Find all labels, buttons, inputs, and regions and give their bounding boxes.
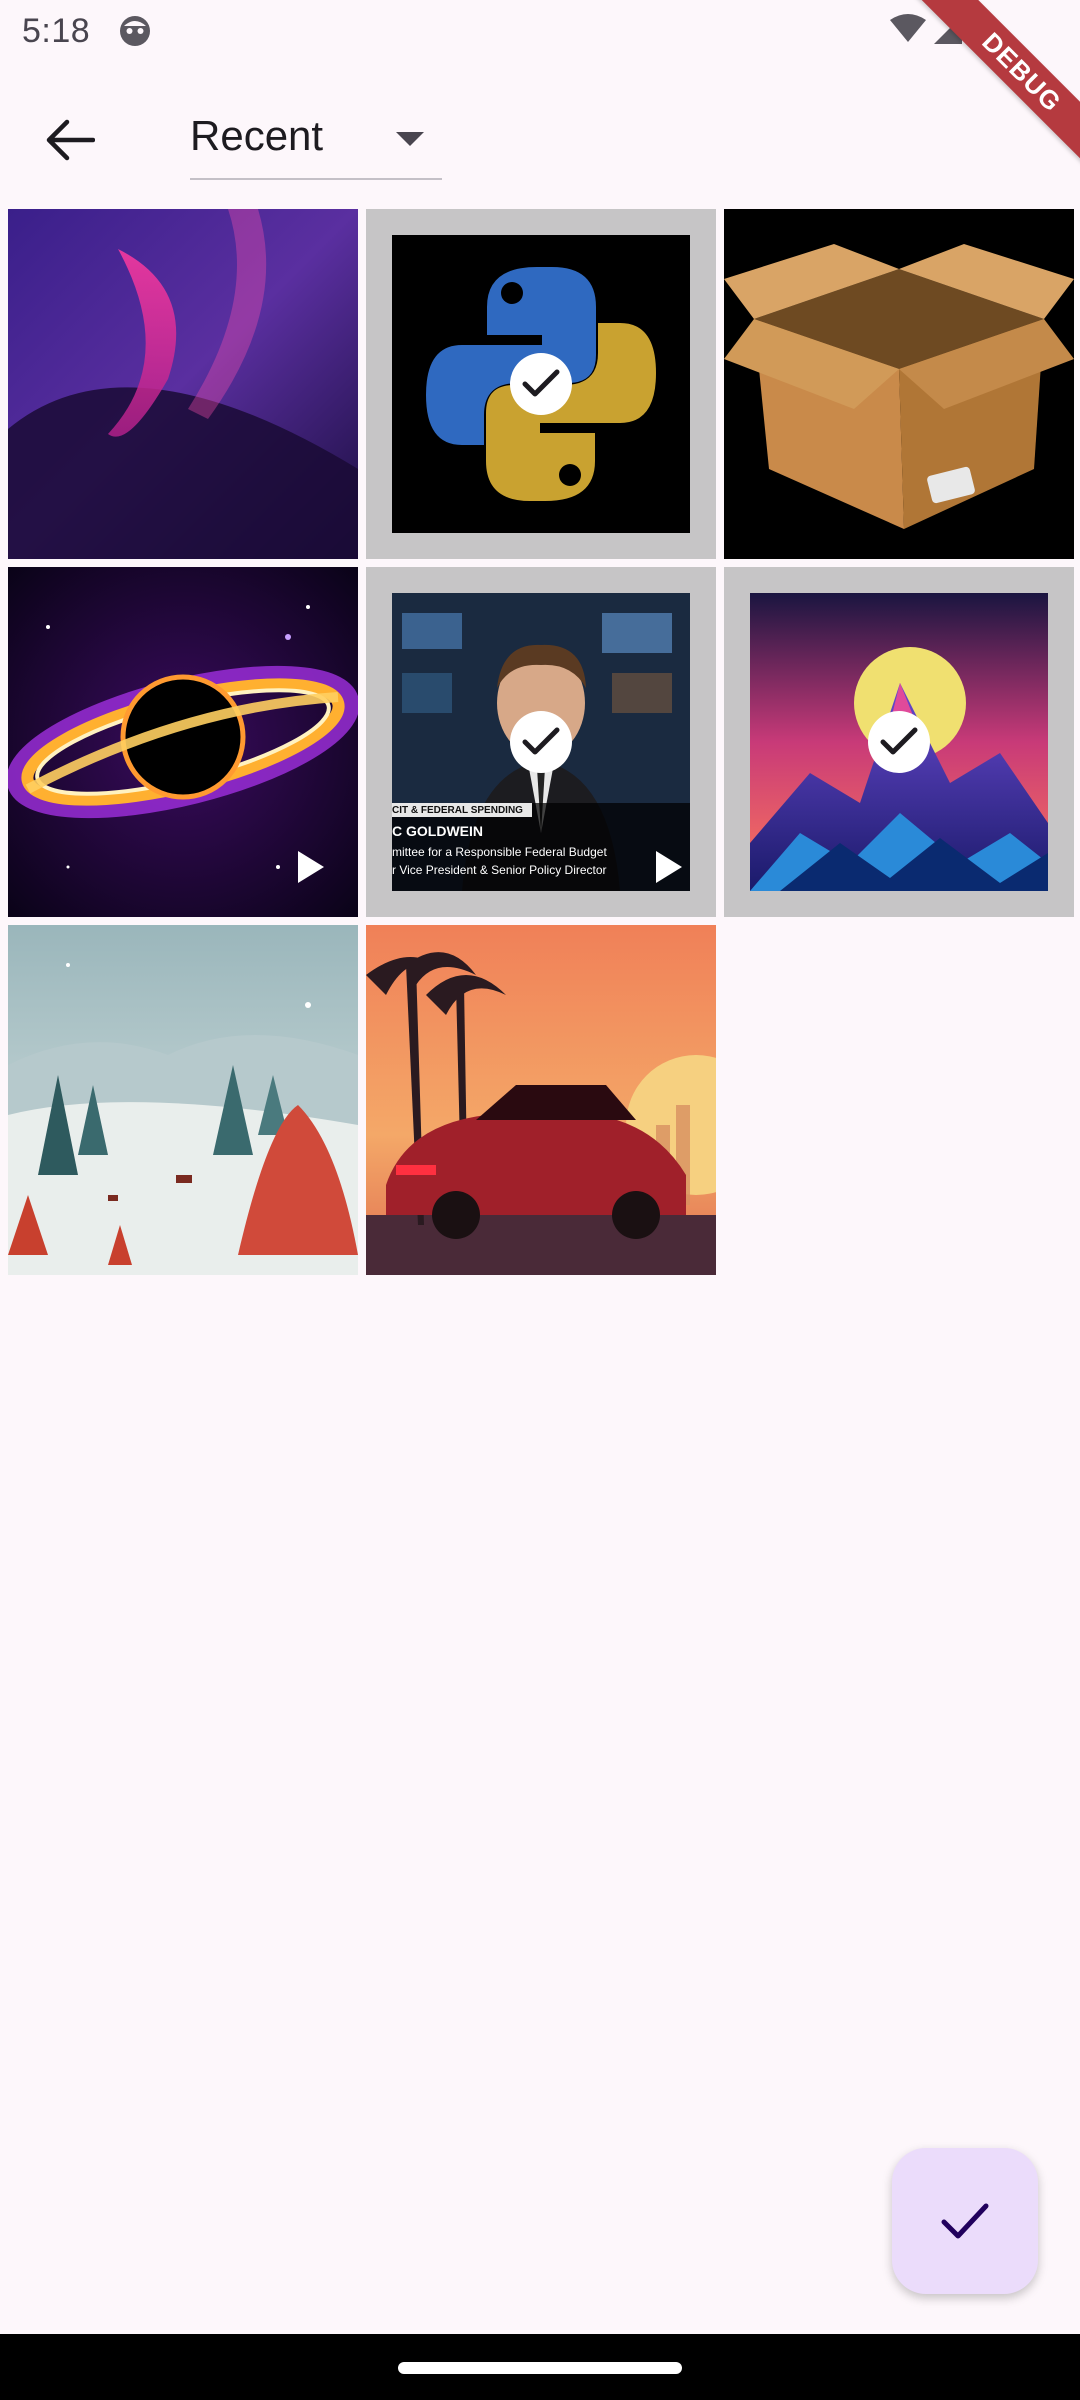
video-play-icon	[656, 851, 682, 883]
check-icon	[941, 2203, 989, 2239]
cardboard-box-thumbnail	[724, 209, 1074, 559]
check-icon	[522, 369, 560, 397]
check-icon	[522, 727, 560, 755]
selected-check-badge	[868, 711, 930, 773]
status-time: 5:18	[22, 12, 91, 50]
abstract-wave-thumbnail	[8, 209, 358, 559]
album-name: Recent	[190, 112, 324, 159]
media-tile-sunset-car[interactable]	[366, 925, 716, 1275]
app-notification-icon	[120, 16, 150, 46]
status-bar: 5:18	[0, 0, 1080, 64]
status-icons	[890, 14, 988, 44]
arrow-back-icon	[46, 119, 95, 161]
back-button[interactable]	[34, 104, 106, 176]
system-navigation-bar	[0, 2334, 1080, 2400]
media-tile-abstract-wave[interactable]	[8, 209, 358, 559]
signal-icon	[934, 16, 962, 44]
news-caption-line3: mittee for a Responsible Federal Budget	[392, 845, 607, 859]
media-tile-python-logo[interactable]	[366, 209, 716, 559]
album-dropdown[interactable]: Recent	[190, 104, 442, 180]
news-caption-line4: r Vice President & Senior Policy Directo…	[392, 863, 607, 877]
home-gesture-handle[interactable]	[398, 2362, 682, 2374]
media-tile-cardboard-box[interactable]	[724, 209, 1074, 559]
wifi-icon	[890, 14, 926, 42]
dropdown-arrow-icon	[396, 132, 424, 146]
app-bar: Recent	[0, 64, 1080, 204]
sunset-car-thumbnail	[366, 925, 716, 1275]
check-icon	[880, 727, 918, 755]
media-tile-news-interview[interactable]: CIT & FEDERAL SPENDING C GOLDWEIN mittee…	[366, 567, 716, 917]
news-caption-line2: C GOLDWEIN	[392, 823, 483, 839]
winter-forest-thumbnail	[8, 925, 358, 1275]
video-play-icon	[298, 851, 324, 883]
media-tile-black-hole[interactable]	[8, 567, 358, 917]
news-caption-line1: CIT & FEDERAL SPENDING	[392, 805, 523, 816]
confirm-selection-button[interactable]	[892, 2148, 1038, 2294]
selected-check-badge	[510, 711, 572, 773]
media-tile-synthwave-mountain[interactable]	[724, 567, 1074, 917]
media-tile-winter-forest[interactable]	[8, 925, 358, 1275]
battery-icon	[972, 16, 988, 44]
selected-check-badge	[510, 353, 572, 415]
